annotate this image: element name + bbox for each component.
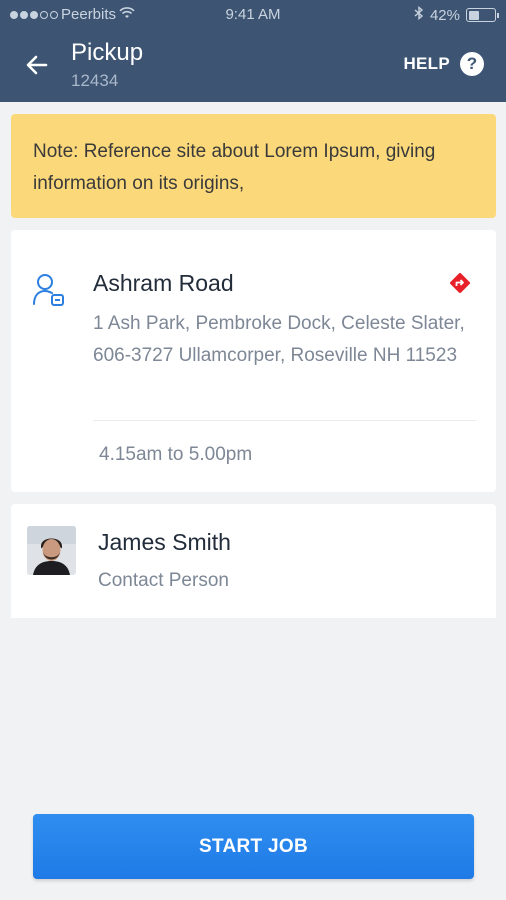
page-subtitle: 12434 [71,71,119,90]
battery-icon [466,8,499,22]
person-location-icon [32,272,68,313]
battery-percent: 42% [429,6,460,24]
contact-role: Contact Person [98,570,229,591]
address-title: Ashram Road [93,270,234,296]
pickup-address-card[interactable]: Ashram Road 1 Ash Park, Pembroke Dock, C… [11,230,496,492]
app-header: Peerbits 9:41 AM 42% Pickup 12434 HELP ? [0,0,506,102]
help-label: HELP [403,54,450,73]
note-text: Note: Reference site about Lorem Ipsum, … [33,141,436,194]
page-title: Pickup [71,39,144,66]
battery-level [468,10,479,20]
contact-name: James Smith [98,529,231,555]
contact-card[interactable]: James Smith Contact Person [11,504,496,618]
avatar [27,526,76,575]
directions-icon[interactable] [449,272,471,299]
divider [93,420,476,421]
status-bar: Peerbits 9:41 AM 42% [0,0,506,30]
note-banner: Note: Reference site about Lorem Ipsum, … [11,114,496,218]
time-window: 4.15am to 5.00pm [99,444,253,465]
question-circle-icon: ? [460,52,484,76]
back-button[interactable] [22,50,52,80]
start-job-button[interactable]: START JOB [33,814,474,879]
bluetooth-icon [414,6,424,24]
status-right: 42% [414,6,499,24]
arrow-left-icon [26,55,48,75]
help-button[interactable]: HELP ? [403,52,484,76]
address-text: 1 Ash Park, Pembroke Dock, Celeste Slate… [93,313,465,366]
